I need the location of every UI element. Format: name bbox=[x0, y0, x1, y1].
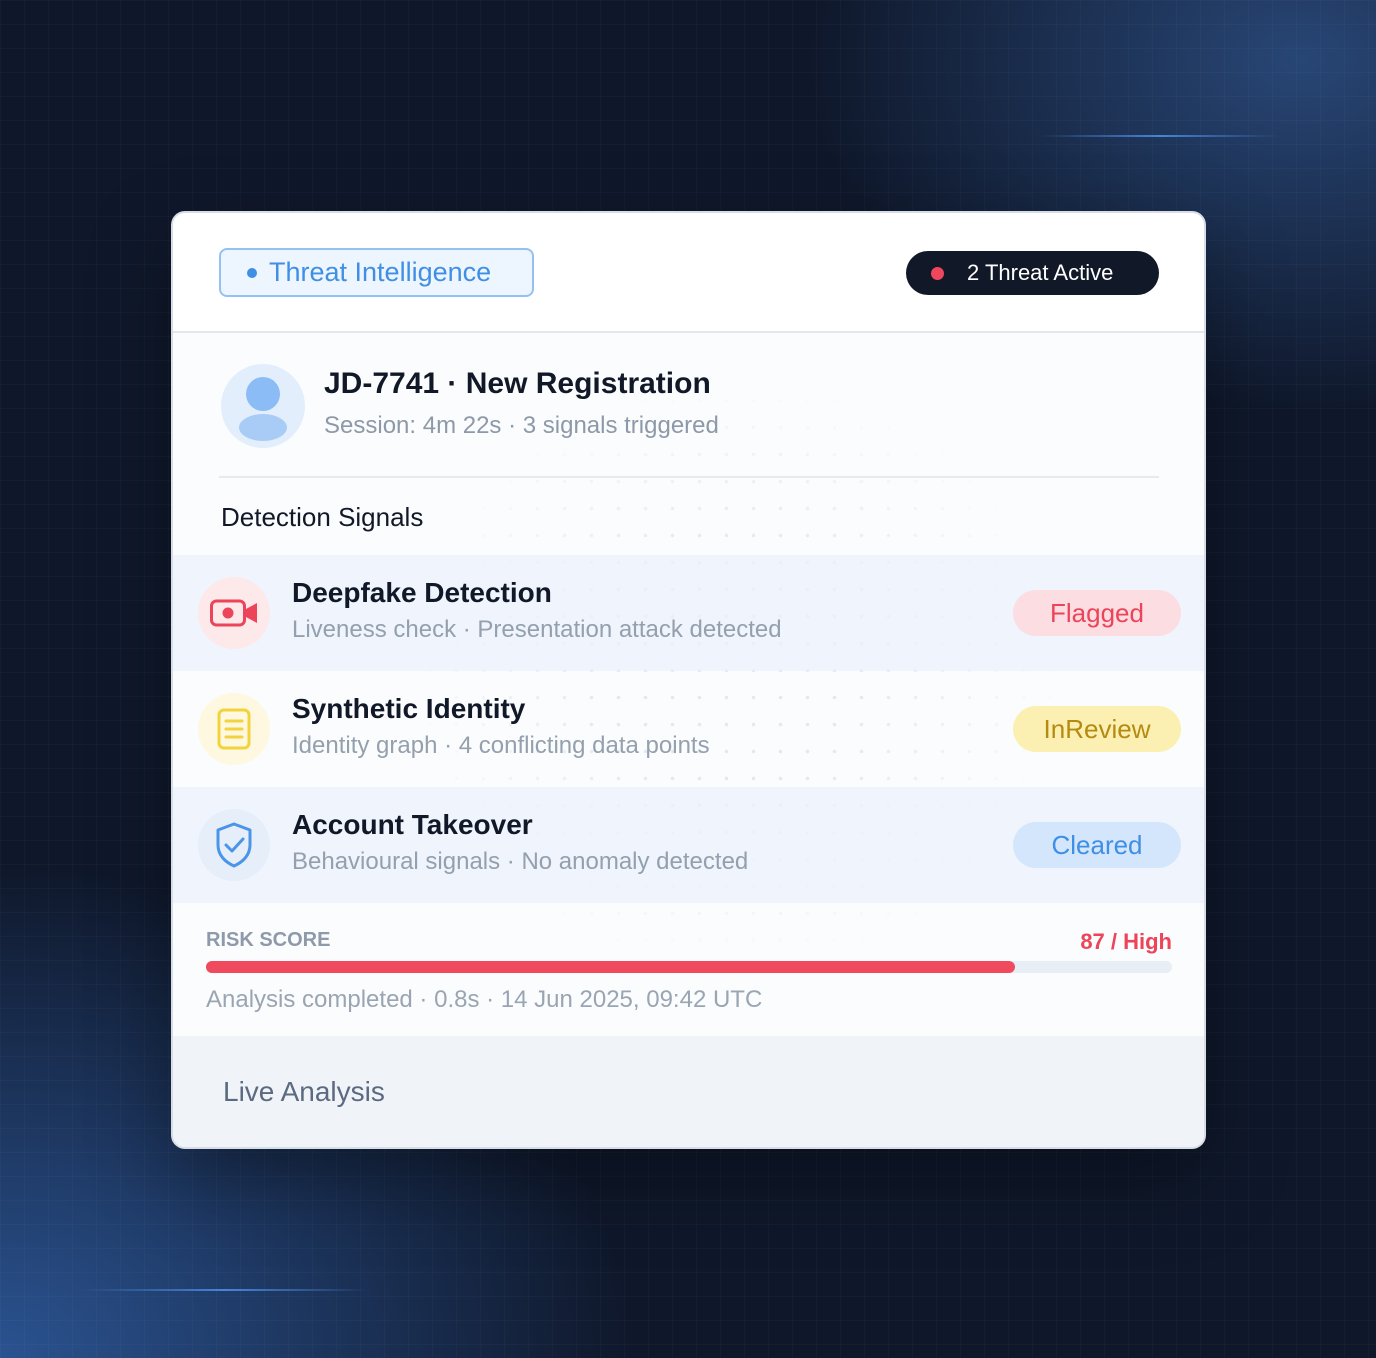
user-summary: JD-7741 · New Registration Session: 4m 2… bbox=[221, 364, 719, 448]
decorative-glow-line bbox=[1040, 135, 1280, 137]
risk-score-label: RISK SCORE bbox=[206, 929, 331, 951]
signal-title: Account Takeover bbox=[292, 809, 533, 840]
threat-active-badge[interactable]: 2 Threat Active bbox=[906, 251, 1159, 295]
decorative-glow-line bbox=[80, 1289, 370, 1291]
user-subtitle: Session: 4m 22s · 3 signals triggered bbox=[324, 411, 719, 439]
section-title: Detection Signals bbox=[221, 502, 424, 532]
threat-active-label: 2 Threat Active bbox=[967, 260, 1114, 285]
chip-label: Threat Intelligence bbox=[269, 257, 492, 287]
status-badge-flagged[interactable]: Flagged bbox=[1013, 590, 1181, 636]
chip-dot-icon bbox=[247, 267, 257, 278]
video-camera-icon bbox=[198, 577, 270, 649]
card-header: Threat Intelligence 2 Threat Active bbox=[173, 213, 1204, 333]
alert-dot-icon bbox=[931, 266, 944, 280]
signal-row-synthetic-identity[interactable]: Synthetic Identity Identity graph · 4 co… bbox=[173, 671, 1204, 787]
signal-row-account-takeover[interactable]: Account Takeover Behavioural signals · N… bbox=[173, 787, 1204, 903]
divider bbox=[219, 476, 1159, 478]
signal-title: Synthetic Identity bbox=[292, 693, 526, 724]
footer-label: Live Analysis bbox=[223, 1075, 385, 1107]
user-title: JD-7741 · New Registration bbox=[324, 366, 711, 400]
signal-subtitle: Behavioural signals · No anomaly detecte… bbox=[292, 848, 749, 875]
signal-subtitle: Identity graph · 4 conflicting data poin… bbox=[292, 732, 710, 759]
risk-score-fill bbox=[206, 961, 1015, 973]
threat-intelligence-card: Threat Intelligence 2 Threat Active JD-7… bbox=[171, 211, 1206, 1149]
avatar-head bbox=[246, 377, 280, 411]
risk-score-value: 87 / High bbox=[1080, 929, 1172, 954]
status-badge-in-review[interactable]: InReview bbox=[1013, 706, 1181, 752]
avatar-body bbox=[239, 414, 287, 441]
analysis-note: Analysis completed · 0.8s · 14 Jun 2025,… bbox=[206, 986, 763, 1013]
live-analysis-footer[interactable]: Live Analysis bbox=[173, 1036, 1204, 1147]
threat-intelligence-chip[interactable]: Threat Intelligence bbox=[219, 248, 534, 297]
signal-subtitle: Liveness check · Presentation attack det… bbox=[292, 616, 782, 643]
shield-check-icon bbox=[198, 809, 270, 881]
signal-title: Deepfake Detection bbox=[292, 577, 552, 608]
risk-score-bar bbox=[206, 961, 1172, 973]
signal-row-deepfake[interactable]: Deepfake Detection Liveness check · Pres… bbox=[173, 555, 1204, 671]
status-badge-cleared[interactable]: Cleared bbox=[1013, 822, 1181, 868]
avatar bbox=[221, 364, 305, 448]
document-icon bbox=[198, 693, 270, 765]
